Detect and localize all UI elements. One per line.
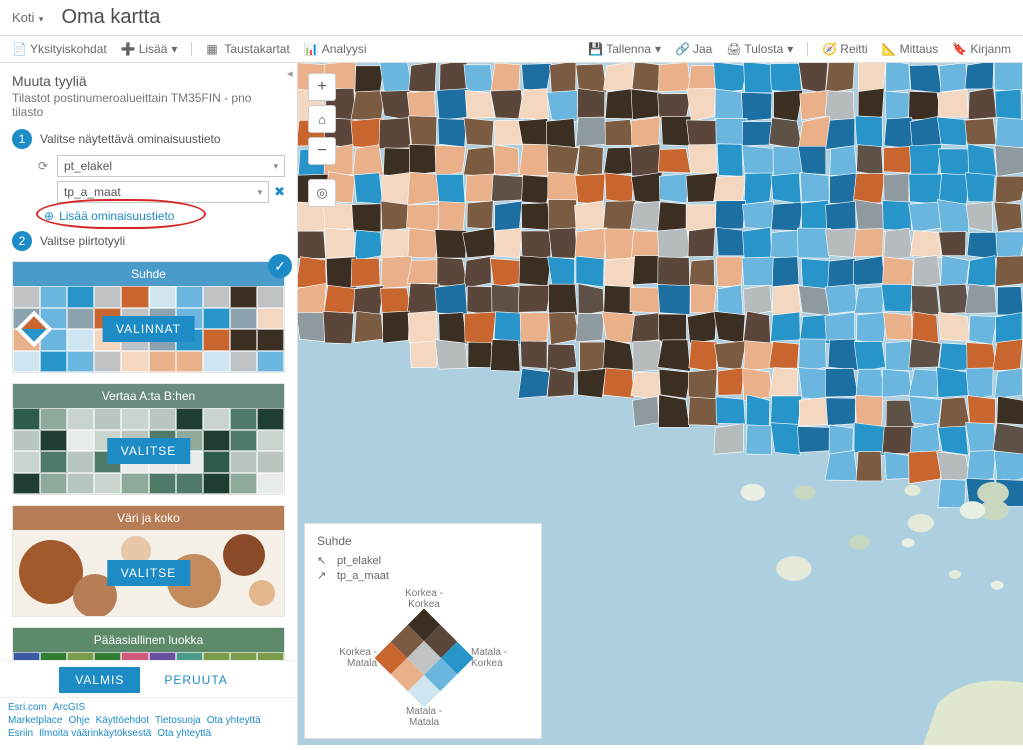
basemap-button[interactable]: ▦Taustakartat xyxy=(206,42,289,56)
select-button[interactable]: VALITSE xyxy=(107,438,190,464)
swap-attrs-button[interactable]: ⟳ xyxy=(38,159,52,173)
save-button[interactable]: 💾Tallenna ▾ xyxy=(588,42,661,56)
style-panel: ◂ Muuta tyyliä Tilastot postinumeroaluei… xyxy=(0,63,298,745)
add-icon: ➕ xyxy=(121,42,135,56)
step-label: Valitse näytettävä ominaisuustieto xyxy=(40,132,221,146)
footer-link[interactable]: Ohje xyxy=(68,715,89,726)
map-canvas[interactable]: + ⌂ − ◎ Suhde ↖pt_elakel ↗tp_a_maat Kork… xyxy=(298,63,1023,745)
step-label: Valitse piirtotyyli xyxy=(40,234,125,248)
details-icon: 📄 xyxy=(12,42,26,56)
style-card-relationship[interactable]: ✓ Suhde VALINNAT xyxy=(12,261,285,373)
add-button[interactable]: ➕Lisää ▾ xyxy=(121,42,178,56)
separator xyxy=(807,42,808,56)
options-button[interactable]: VALINNAT xyxy=(102,316,195,342)
footer-link[interactable]: Ilmoita väärinkäytöksestä xyxy=(39,728,151,739)
chevron-down-icon: ▾ xyxy=(273,161,278,172)
analysis-button[interactable]: 📊Analyysi xyxy=(304,42,367,56)
legend-attr-2: ↗tp_a_maat xyxy=(317,569,529,582)
card-header: Väri ja koko xyxy=(13,506,284,530)
panel-subtitle: Tilastot postinumeroalueittain TM35FIN -… xyxy=(12,91,285,119)
app-header: Koti ▾ Oma kartta xyxy=(0,0,1023,36)
measure-button[interactable]: 📐Mittaus xyxy=(882,42,939,56)
chevron-down-icon: ▾ xyxy=(655,42,661,56)
toolbar: 📄Yksityiskohdat ➕Lisää ▾ ▦Taustakartat 📊… xyxy=(0,36,1023,63)
print-button[interactable]: 🖨Tulosta ▾ xyxy=(726,42,793,56)
details-button[interactable]: 📄Yksityiskohdat xyxy=(12,42,107,56)
collapse-panel-button[interactable]: ◂ xyxy=(287,67,297,81)
plus-icon: ⊕ xyxy=(44,209,54,223)
footer-link[interactable]: Ota yhteyttä xyxy=(157,728,211,739)
basemap-icon: ▦ xyxy=(206,42,220,56)
map-title: Oma kartta xyxy=(61,6,160,29)
legend-diamond: Korkea - Korkea Korkea - Matala Matala -… xyxy=(317,588,531,728)
zoom-in-button[interactable]: + xyxy=(308,73,336,101)
locate-button[interactable]: ◎ xyxy=(308,179,336,207)
map-controls: + ⌂ − ◎ xyxy=(308,73,336,207)
add-attribute-link[interactable]: ⊕ Lisää ominaisuustieto xyxy=(44,209,285,223)
footer-link[interactable]: Tietosuoja xyxy=(155,715,201,726)
remove-attribute-button[interactable]: ✖ xyxy=(274,184,285,200)
done-button[interactable]: VALMIS xyxy=(59,667,140,693)
share-icon: 🔗 xyxy=(675,42,689,56)
step-badge: 2 xyxy=(12,231,32,251)
legend-attr-1: ↖pt_elakel xyxy=(317,554,529,567)
panel-title: Muuta tyyliä xyxy=(12,73,285,89)
footer-link[interactable]: Käyttöehdot xyxy=(96,715,149,726)
style-card-compare[interactable]: Vertaa A:ta B:hen VALITSE xyxy=(12,383,285,495)
step-2: 2 Valitse piirtotyyli xyxy=(12,231,285,251)
chevron-down-icon: ▾ xyxy=(258,187,263,198)
arrow-ne-icon: ↗ xyxy=(317,569,329,582)
analysis-icon: 📊 xyxy=(304,42,318,56)
bookmarks-button[interactable]: 🔖Kirjanm xyxy=(952,42,1011,56)
select-button[interactable]: VALITSE xyxy=(107,560,190,586)
chevron-down-icon: ▾ xyxy=(171,42,177,56)
save-icon: 💾 xyxy=(588,42,602,56)
chevron-down-icon: ▾ xyxy=(36,14,43,24)
legend-panel: Suhde ↖pt_elakel ↗tp_a_maat Korkea - Kor… xyxy=(304,523,542,739)
attribute-1-select[interactable]: pt_elakel▾ xyxy=(57,155,285,177)
check-icon: ✓ xyxy=(268,254,292,278)
card-header: Vertaa A:ta B:hen xyxy=(13,384,284,408)
home-menu[interactable]: Koti ▾ xyxy=(12,10,43,25)
card-header: Suhde xyxy=(13,262,284,286)
step-badge: 1 xyxy=(12,129,32,149)
measure-icon: 📐 xyxy=(882,42,896,56)
attribute-2-select[interactable]: tp_a_maat▾ xyxy=(57,181,269,203)
chevron-down-icon: ▾ xyxy=(787,42,793,56)
panel-footer: VALMIS PERUUTA xyxy=(0,660,297,697)
print-icon: 🖨 xyxy=(726,42,740,56)
share-button[interactable]: 🔗Jaa xyxy=(675,42,712,56)
cancel-button[interactable]: PERUUTA xyxy=(154,667,237,693)
legend-title: Suhde xyxy=(317,534,529,548)
route-button[interactable]: 🧭Reitti xyxy=(822,42,867,56)
footer-links: Esri.comArcGIS MarketplaceOhjeKäyttöehdo… xyxy=(0,697,297,745)
home-extent-button[interactable]: ⌂ xyxy=(308,105,336,133)
style-card-predominant[interactable]: Pääasiallinen luokka VALITSE xyxy=(12,627,285,660)
route-icon: 🧭 xyxy=(822,42,836,56)
arrow-nw-icon: ↖ xyxy=(317,554,329,567)
separator xyxy=(191,42,192,56)
footer-link[interactable]: Esri.com xyxy=(8,702,47,713)
style-preview xyxy=(13,652,284,660)
card-header: Pääasiallinen luokka xyxy=(13,628,284,652)
step-1: 1 Valitse näytettävä ominaisuustieto xyxy=(12,129,285,149)
bookmark-icon: 🔖 xyxy=(952,42,966,56)
zoom-out-button[interactable]: − xyxy=(308,137,336,165)
style-card-color-size[interactable]: Väri ja koko VALITSE xyxy=(12,505,285,617)
